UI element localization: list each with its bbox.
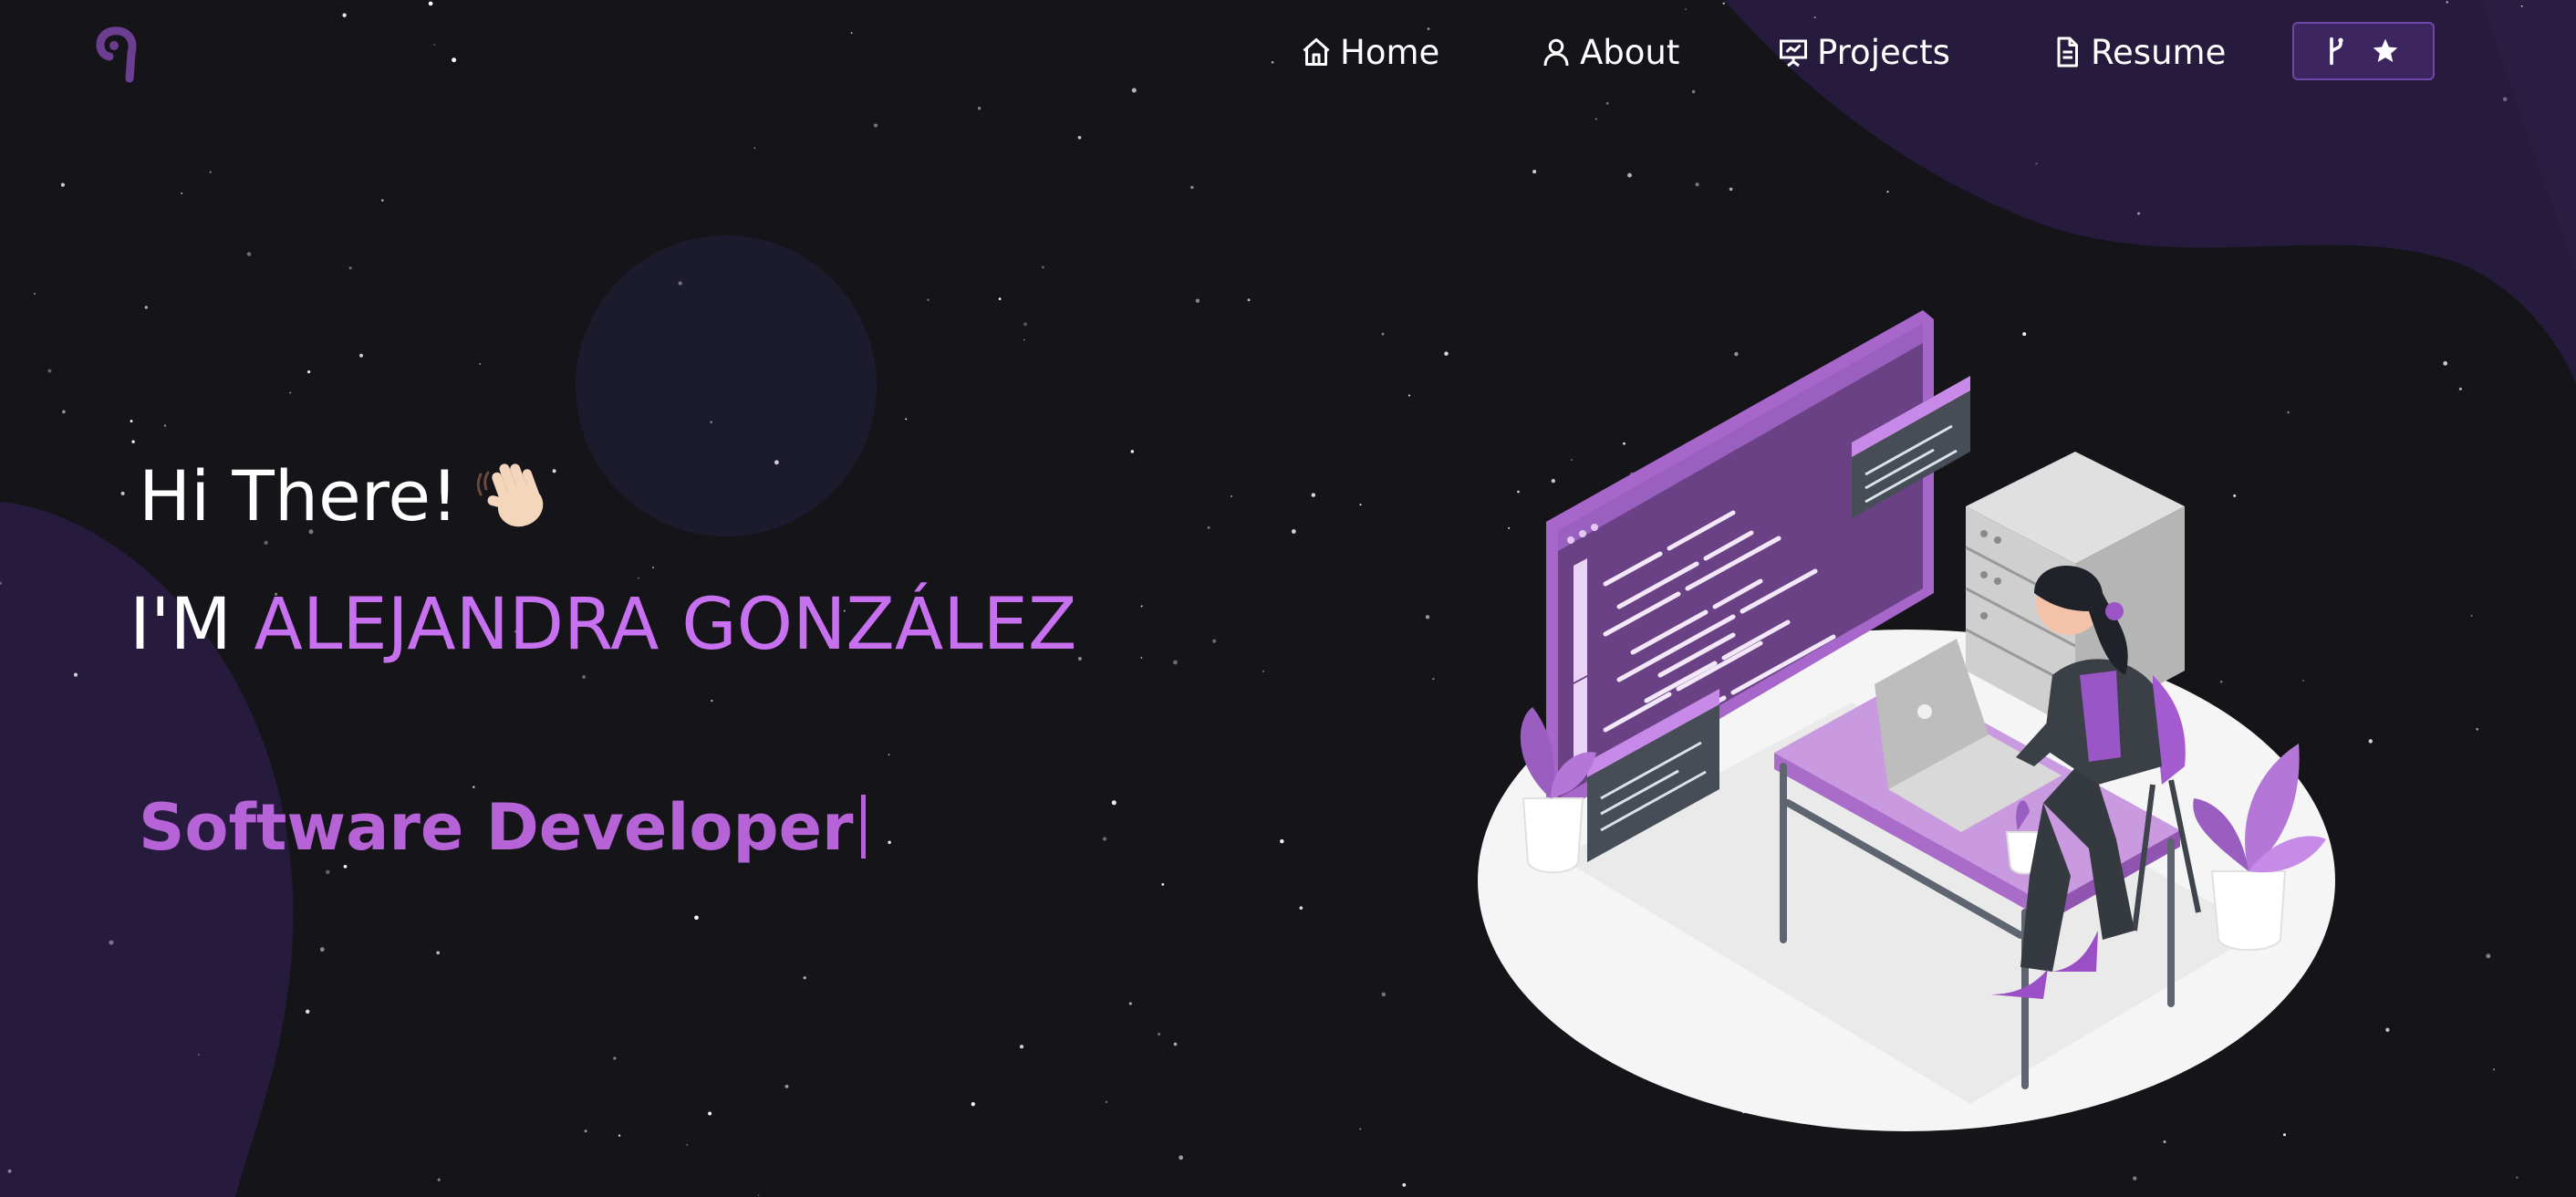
nav-projects[interactable]: Projects xyxy=(1777,22,1950,82)
star-icon xyxy=(2373,38,2398,62)
nav-about-label: About xyxy=(1580,32,1680,72)
nav-projects-label: Projects xyxy=(1817,32,1950,72)
name-heading: I'M ALEJANDRA GONZÁLEZ xyxy=(130,584,1076,666)
home-icon xyxy=(1303,38,1330,66)
nav-home[interactable]: Home xyxy=(1300,22,1439,82)
presentation-icon xyxy=(1780,39,1807,68)
waving-hand-icon xyxy=(476,463,543,527)
greeting-text: Hi There! xyxy=(139,454,459,536)
developer-illustration xyxy=(1478,310,2335,1131)
document-icon xyxy=(2057,36,2078,68)
name-highlight: ALEJANDRA GONZÁLEZ xyxy=(254,584,1077,666)
logo-icon[interactable] xyxy=(91,24,146,88)
hero-section: Hi There! 👋🏻 I'M ALEJANDRA GONZÁLEZ Soft… xyxy=(0,0,2576,1197)
nav-resume-label: Resume xyxy=(2091,32,2227,72)
github-fork-star-button[interactable] xyxy=(2292,22,2435,80)
name-prefix: I'M xyxy=(130,584,232,666)
typewriter-role: Software Developer xyxy=(139,790,866,865)
role-text: Software Developer xyxy=(139,790,854,865)
user-icon xyxy=(1543,38,1569,67)
navbar: Home About Projects Resume xyxy=(0,0,2576,105)
greeting: Hi There! 👋🏻 xyxy=(139,454,557,536)
typing-cursor xyxy=(860,795,866,859)
nav-home-label: Home xyxy=(1340,32,1440,72)
git-fork-icon xyxy=(2330,36,2343,66)
nav-resume[interactable]: Resume xyxy=(2051,22,2226,82)
nav-about[interactable]: About xyxy=(1540,22,1679,82)
